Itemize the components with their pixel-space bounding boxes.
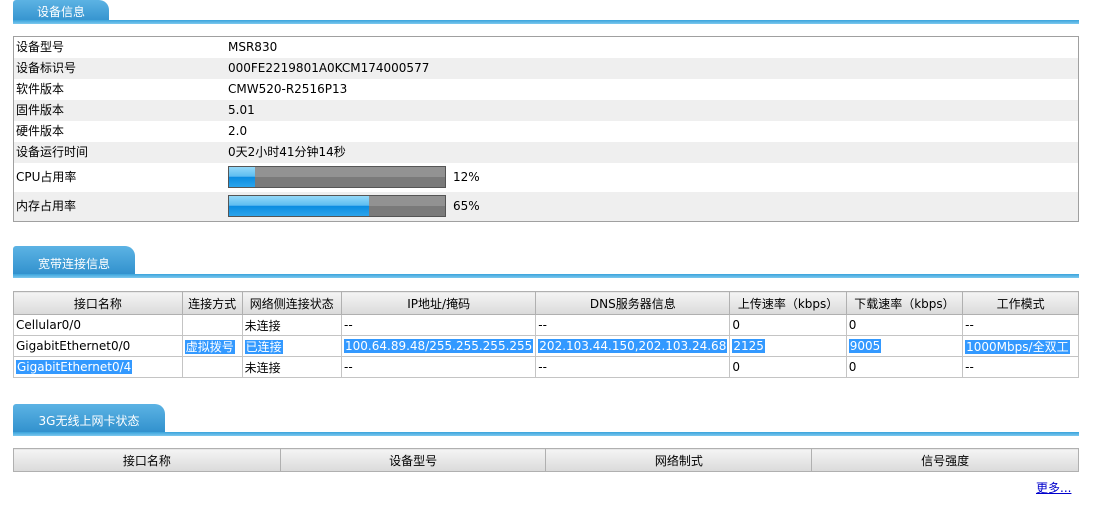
cell-connect-status: 已连接 [244,339,283,354]
table-header-row: 接口名称 设备型号 网络制式 信号强度 [13,448,1079,472]
info-value: 5.01 [228,103,255,117]
info-value: 2.0 [228,124,248,138]
cell-connect-status: 未连接 [241,356,343,378]
col-device-model: 设备型号 [279,448,547,472]
col-network-type: 网络制式 [545,448,813,472]
col-dns: DNS服务器信息 [535,291,731,315]
section-divider [13,20,1079,24]
info-row-firmware: 固件版本 5.01 [14,100,1078,121]
col-upload-rate: 上传速率（kbps） [729,291,847,315]
memory-usage-percent: 65% [453,199,480,213]
info-label: 设备型号 [16,40,65,54]
col-interface-name: 接口名称 [13,291,183,315]
info-value: CMW520-R2516P13 [228,82,348,96]
cell-work-mode: -- [962,356,1079,378]
cell-work-mode: 1000Mbps/全双工 [965,339,1070,354]
cell-dns: 202.103.44.150,202.103.24.68 [538,339,728,353]
wireless3g-tab: 3G无线上网卡状态 [13,404,165,434]
cell-download-rate: 9005 [848,339,882,353]
info-row-uptime: 设备运行时间 0天2小时41分钟14秒 [14,142,1078,163]
cell-ip-mask: 100.64.89.48/255.255.255.255 [344,339,534,353]
cell-upload-rate: 2125 [732,339,765,353]
info-row-software: 软件版本 CMW520-R2516P13 [14,79,1078,100]
cell-connect-status: 未连接 [241,314,343,336]
table-row: GigabitEthernet0/4 未连接 -- -- 0 0 -- [13,356,1079,378]
col-work-mode: 工作模式 [962,291,1079,315]
wireless3g-table: 接口名称 设备型号 网络制式 信号强度 [13,448,1079,472]
cell-interface-name: Cellular0/0 [13,314,183,336]
cell-upload-rate: 0 [729,314,847,336]
more-link[interactable]: 更多... [1036,479,1071,496]
cell-download-rate: 0 [845,314,964,336]
info-label: 固件版本 [16,103,65,117]
cell-dns: -- [535,356,731,378]
cell-upload-rate: 0 [729,356,847,378]
info-label: 设备运行时间 [16,145,89,159]
col-interface-name: 接口名称 [13,448,281,472]
col-connect-status: 网络侧连接状态 [241,291,343,315]
info-label: 软件版本 [16,82,65,96]
col-connect-type: 连接方式 [181,291,243,315]
device-info-panel: 设备型号 MSR830 设备标识号 000FE2219801A0KCM17400… [13,36,1079,222]
col-signal-strength: 信号强度 [811,448,1079,472]
cell-download-rate: 0 [845,356,964,378]
info-value: 000FE2219801A0KCM174000577 [228,61,430,75]
section-divider [13,274,1079,278]
cell-ip-mask: -- [341,314,537,336]
section-divider [13,432,1079,436]
info-label: 硬件版本 [16,124,65,138]
broadband-table: 接口名称 连接方式 网络侧连接状态 IP地址/掩码 DNS服务器信息 上传速率（… [13,291,1079,378]
info-label: CPU占用率 [16,170,77,184]
cell-work-mode: -- [962,314,1079,336]
info-row-cpu: CPU占用率 12% [14,163,1078,192]
info-value: 0天2小时41分钟14秒 [228,145,346,159]
info-label: 内存占用率 [16,199,77,213]
table-row: Cellular0/0 未连接 -- -- 0 0 -- [13,314,1079,336]
cpu-usage-percent: 12% [453,170,480,184]
cell-connect-type [181,314,243,336]
cell-connect-type: 虚拟拨号 [184,339,235,354]
cpu-usage-bar [228,166,446,188]
cell-dns: -- [535,314,731,336]
info-label: 设备标识号 [16,61,77,75]
cell-connect-type [181,356,243,378]
table-header-row: 接口名称 连接方式 网络侧连接状态 IP地址/掩码 DNS服务器信息 上传速率（… [13,291,1079,315]
info-row-memory: 内存占用率 65% [14,192,1078,221]
cell-interface-name: GigabitEthernet0/0 [13,335,183,357]
memory-usage-bar [228,195,446,217]
col-download-rate: 下载速率（kbps） [845,291,964,315]
info-row-serial: 设备标识号 000FE2219801A0KCM174000577 [14,58,1078,79]
cell-ip-mask: -- [341,356,537,378]
cell-interface-name: GigabitEthernet0/4 [16,360,133,374]
info-row-model: 设备型号 MSR830 [14,37,1078,58]
info-value: MSR830 [228,40,278,54]
table-row: GigabitEthernet0/0 虚拟拨号 已连接 100.64.89.48… [13,335,1079,357]
broadband-tab: 宽带连接信息 [13,246,135,276]
info-row-hardware: 硬件版本 2.0 [14,121,1078,142]
col-ip-mask: IP地址/掩码 [341,291,537,315]
